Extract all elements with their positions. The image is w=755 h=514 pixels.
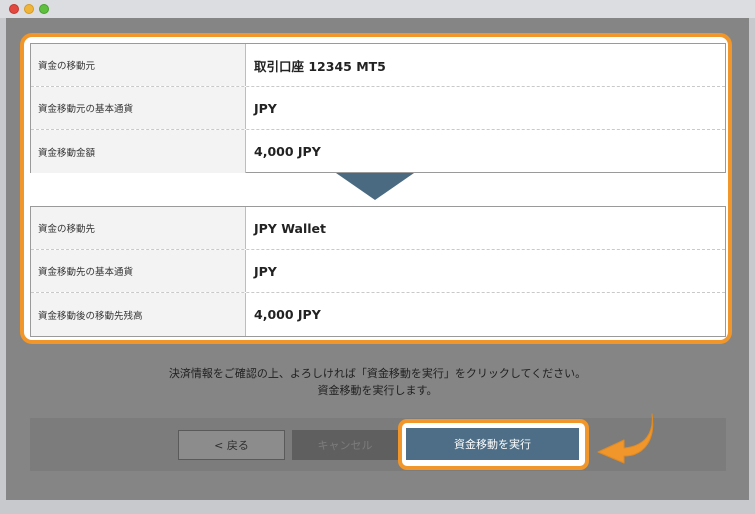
row-value: 4,000 JPY: [254, 307, 321, 322]
confirmation-panel: 資金の移動元 取引口座 12345 MT5 資金移動元の基本通貨 JPY 資金移…: [20, 33, 732, 344]
bottom-strip: [6, 500, 749, 514]
curved-arrow-left-icon: [597, 413, 654, 464]
row-label: 資金移動後の移動先残高: [31, 293, 246, 336]
table-row: 資金の移動先 JPY Wallet: [31, 207, 725, 250]
triangle-down-icon: [336, 173, 414, 200]
table-row: 資金移動先の基本通貨 JPY: [31, 250, 725, 293]
instructions-line-1: 決済情報をご確認の上、よろしければ「資金移動を実行」をクリックしてください。: [168, 367, 587, 380]
row-label: 資金移動金額: [31, 130, 246, 173]
table-row: 資金移動後の移動先残高 4,000 JPY: [31, 293, 725, 336]
row-value: 取引口座 12345 MT5: [254, 58, 386, 74]
row-label: 資金の移動先: [31, 207, 246, 249]
row-value: JPY Wallet: [254, 220, 327, 236]
row-value: JPY: [254, 263, 277, 279]
app-window: 資金の移動元 取引口座 12345 MT5 資金移動元の基本通貨 JPY 資金移…: [0, 0, 755, 514]
execute-transfer-button[interactable]: 資金移動を実行: [406, 428, 579, 460]
close-window-icon[interactable]: [9, 4, 19, 14]
table-row: 資金の移動元 取引口座 12345 MT5: [31, 44, 725, 87]
title-bar: [0, 0, 755, 18]
zoom-window-icon[interactable]: [39, 4, 49, 14]
row-value: JPY: [254, 100, 277, 116]
row-label: 資金の移動元: [31, 44, 246, 86]
instructions-text: 決済情報をご確認の上、よろしければ「資金移動を実行」をクリックしてください。 資…: [0, 365, 755, 399]
cancel-button[interactable]: キャンセル: [292, 430, 398, 460]
back-button[interactable]: < 戻る: [178, 430, 285, 460]
source-table: 資金の移動元 取引口座 12345 MT5 資金移動元の基本通貨 JPY 資金移…: [30, 43, 726, 173]
row-label: 資金移動元の基本通貨: [31, 87, 246, 129]
destination-table: 資金の移動先 JPY Wallet 資金移動先の基本通貨 JPY 資金移動後の移…: [30, 206, 726, 337]
minimize-window-icon[interactable]: [24, 4, 34, 14]
instructions-line-2: 資金移動を実行します。: [317, 384, 438, 397]
table-row: 資金移動元の基本通貨 JPY: [31, 87, 725, 130]
row-label: 資金移動先の基本通貨: [31, 250, 246, 292]
row-value: 4,000 JPY: [254, 144, 321, 159]
table-row: 資金移動金額 4,000 JPY: [31, 130, 725, 173]
